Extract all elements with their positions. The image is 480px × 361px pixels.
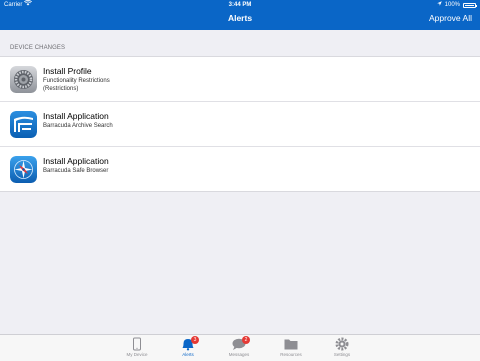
bell-icon: 3 <box>168 336 208 351</box>
tab-bar: My Device 3 Alerts 2 Messages Resources … <box>0 334 480 361</box>
alerts-badge: 3 <box>191 336 199 344</box>
list-item-subtitle: Functionality Restrictions <box>43 78 110 84</box>
list-item-text: Install Profile Functionality Restrictio… <box>43 66 110 93</box>
list-item-text: Install Application Barracuda Safe Brows… <box>43 156 109 175</box>
location-arrow-icon <box>436 0 442 10</box>
list-item-text: Install Application Barracuda Archive Se… <box>43 111 113 130</box>
approve-all-button[interactable]: Approve All <box>429 13 472 23</box>
tab-label: Settings <box>333 352 351 357</box>
tab-label: Resources <box>280 352 302 357</box>
device-icon <box>117 337 157 351</box>
tab-messages[interactable]: 2 Messages <box>219 336 259 358</box>
tab-my-device[interactable]: My Device <box>117 337 157 358</box>
section-header: DEVICE CHANGES <box>10 45 66 51</box>
top-bar: Carrier 3:44 PM 100% Alerts Approve All <box>0 0 480 30</box>
battery-icon <box>463 2 477 8</box>
messages-badge: 2 <box>242 336 250 344</box>
list-item-install-profile[interactable]: Install Profile Functionality Restrictio… <box>0 57 480 102</box>
tab-resources[interactable]: Resources <box>271 337 311 358</box>
status-bar-right: 100% <box>436 0 477 10</box>
list-item-title: Install Profile <box>43 66 92 76</box>
settings-gear-icon <box>10 66 37 93</box>
device-changes-list: Install Profile Functionality Restrictio… <box>0 56 480 192</box>
status-time: 3:44 PM <box>228 2 252 8</box>
list-item-subtitle: Barracuda Archive Search <box>43 123 113 129</box>
battery-percent: 100% <box>444 2 460 8</box>
tab-alerts[interactable]: 3 Alerts <box>168 336 208 358</box>
tab-settings[interactable]: Settings <box>322 337 362 358</box>
list-item-install-archive-search[interactable]: Install Application Barracuda Archive Se… <box>0 102 480 147</box>
safe-browser-compass-icon <box>10 156 37 183</box>
list-item-install-safe-browser[interactable]: Install Application Barracuda Safe Brows… <box>0 147 480 191</box>
tab-label: Alerts <box>182 352 194 357</box>
archive-search-app-icon <box>10 111 37 138</box>
list-item-title: Install Application <box>43 111 109 121</box>
status-bar: Carrier 3:44 PM 100% <box>0 0 480 10</box>
gear-icon <box>322 337 362 351</box>
page-title: Alerts <box>227 13 253 23</box>
list-item-subtitle-2: (Restrictions) <box>43 86 79 92</box>
list-item-title: Install Application <box>43 156 109 166</box>
tab-label: My Device <box>126 352 148 357</box>
chat-bubble-icon: 2 <box>219 336 259 351</box>
tab-label: Messages <box>228 352 250 357</box>
folder-icon <box>271 337 311 351</box>
list-item-subtitle: Barracuda Safe Browser <box>43 168 109 174</box>
navigation-bar: Alerts Approve All <box>0 10 480 30</box>
